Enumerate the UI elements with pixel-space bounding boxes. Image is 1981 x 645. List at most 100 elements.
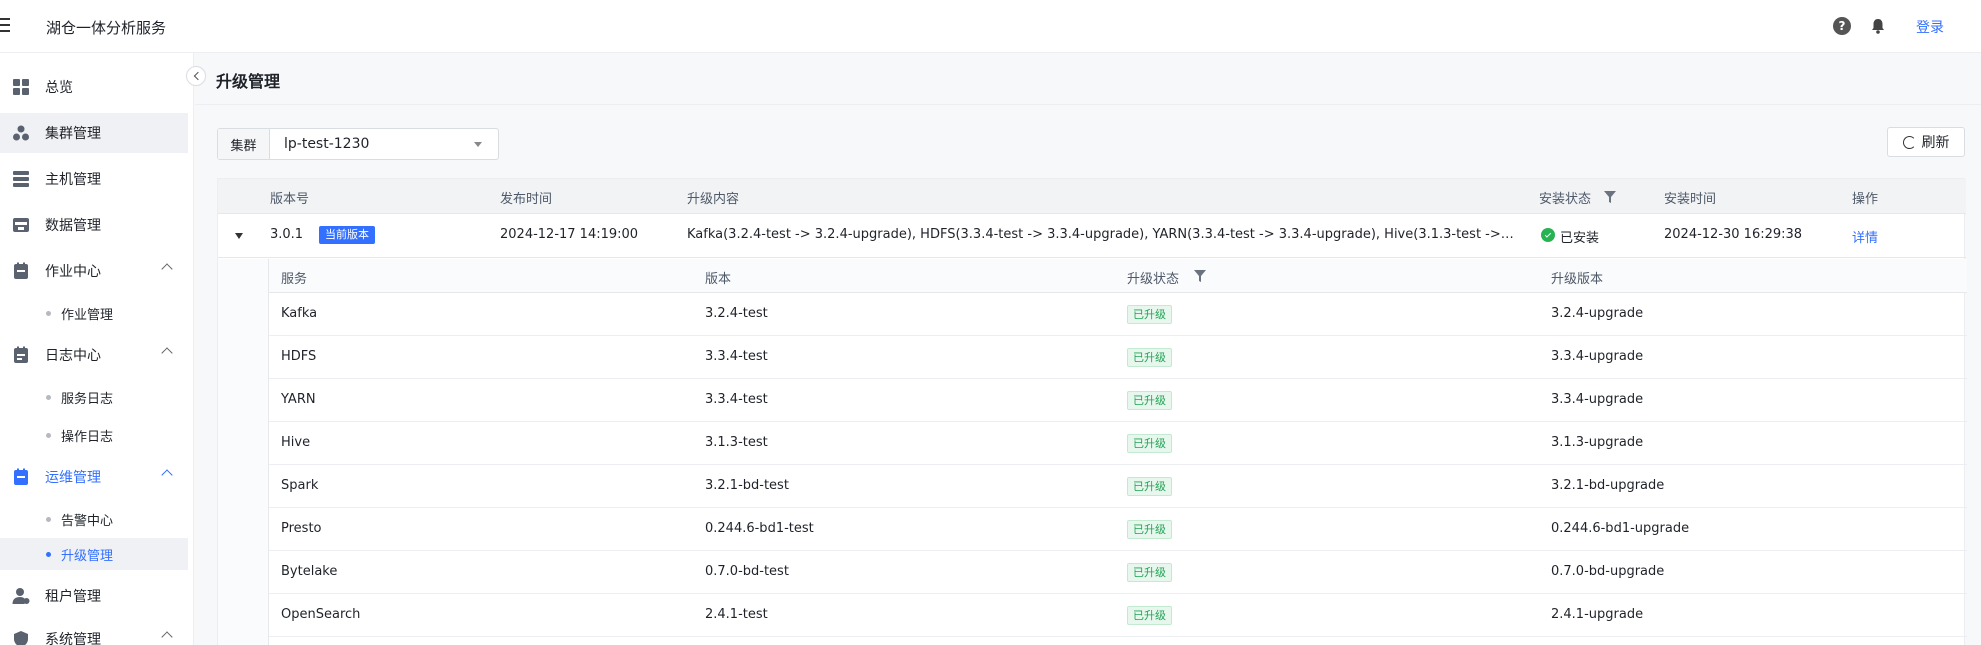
sidebar-subitem-job-manage[interactable]: 作业管理 bbox=[0, 297, 188, 329]
login-link[interactable]: 登录 bbox=[1916, 17, 1944, 37]
status-badge: 已升级 bbox=[1127, 434, 1172, 453]
cluster-label: 集群 bbox=[218, 129, 270, 159]
column-header-service: 服务 bbox=[281, 272, 308, 287]
upgrade-content-cell: Kafka(3.2.4-test -> 3.2.4-upgrade), HDFS… bbox=[687, 227, 1517, 242]
sidebar-item-data[interactable]: 数据管理 bbox=[0, 205, 188, 245]
column-header-release-time: 发布时间 bbox=[500, 192, 553, 207]
expand-caret-icon[interactable] bbox=[235, 233, 243, 239]
table-row: Bytelake 0.7.0-bd-test 已升级 0.7.0-bd-upgr… bbox=[269, 551, 1967, 594]
upgrade-version-cell: 3.3.4-upgrade bbox=[1551, 349, 1644, 364]
cluster-icon bbox=[13, 125, 29, 141]
service-cell: Hive bbox=[281, 435, 311, 450]
sidebar-item-overview[interactable]: 总览 bbox=[0, 67, 188, 107]
filter-icon[interactable] bbox=[1194, 270, 1206, 282]
status-badge: 已升级 bbox=[1127, 305, 1172, 324]
upgrade-table: 版本号 发布时间 升级内容 安装状态 安装时间 操作 3.0.1 当前版本 20… bbox=[217, 178, 1967, 645]
status-badge: 已升级 bbox=[1127, 391, 1172, 410]
cluster-select[interactable]: lp-test-1230 bbox=[270, 129, 498, 159]
sidebar-subitem-label: 服务日志 bbox=[61, 391, 114, 407]
sidebar-item-cluster[interactable]: 集群管理 bbox=[0, 113, 188, 153]
upgrade-version-cell: 3.1.3-upgrade bbox=[1551, 435, 1644, 450]
bullet-icon bbox=[46, 394, 51, 400]
sidebar-item-jobs[interactable]: 作业中心 bbox=[0, 251, 188, 291]
column-header-install-time: 安装时间 bbox=[1664, 192, 1717, 207]
column-header-install-status: 安装状态 bbox=[1539, 192, 1592, 207]
page-title: 升级管理 bbox=[216, 72, 281, 91]
table-row: YARN 3.3.4-test 已升级 3.3.4-upgrade bbox=[269, 379, 1967, 422]
chevron-up-icon bbox=[161, 469, 173, 481]
upgrade-version-cell: 3.3.4-upgrade bbox=[1551, 392, 1644, 407]
version-cell: 0.7.0-bd-test bbox=[705, 564, 789, 579]
sidebar-item-label: 作业中心 bbox=[45, 264, 101, 280]
system-icon bbox=[14, 631, 28, 645]
sidebar-item-tenants[interactable]: 租户管理 bbox=[0, 576, 188, 616]
sidebar: 总览 集群管理 主机管理 数据管理 作业中心 作业管理 日志中心 服务日志 操作… bbox=[0, 53, 194, 645]
version-cell: 3.2.4-test bbox=[705, 306, 768, 321]
status-badge: 已升级 bbox=[1127, 520, 1172, 539]
sidebar-subitem-label: 作业管理 bbox=[61, 307, 114, 323]
filter-icon[interactable] bbox=[1604, 191, 1616, 203]
sidebar-item-label: 总览 bbox=[45, 80, 73, 96]
refresh-button[interactable]: 刷新 bbox=[1887, 127, 1965, 157]
sidebar-item-label: 租户管理 bbox=[45, 589, 101, 605]
database-icon bbox=[13, 218, 29, 232]
version-cell: 2.4.1-test bbox=[705, 607, 768, 622]
sidebar-item-ops[interactable]: 运维管理 bbox=[0, 457, 188, 497]
sidebar-subitem-upgrade[interactable]: 升级管理 bbox=[0, 538, 188, 570]
version-cell: 3.3.4-test bbox=[705, 392, 768, 407]
upgrade-version-cell: 0.7.0-bd-upgrade bbox=[1551, 564, 1665, 579]
upgrade-version-cell: 2.4.1-upgrade bbox=[1551, 607, 1644, 622]
cluster-value: lp-test-1230 bbox=[284, 136, 370, 152]
server-icon bbox=[13, 171, 29, 187]
sidebar-item-system[interactable]: 系统管理 bbox=[0, 619, 188, 645]
menu-icon[interactable] bbox=[0, 18, 10, 32]
check-circle-icon bbox=[1541, 228, 1555, 242]
sidebar-item-label: 集群管理 bbox=[45, 126, 101, 142]
expand-gutter bbox=[218, 259, 268, 645]
refresh-icon bbox=[1902, 135, 1916, 149]
version-cell: 0.244.6-bd1-test bbox=[705, 521, 814, 536]
refresh-label: 刷新 bbox=[1921, 135, 1950, 151]
upgrade-version-cell: 3.2.4-upgrade bbox=[1551, 306, 1644, 321]
status-badge: 已升级 bbox=[1127, 348, 1172, 367]
status-badge: 已升级 bbox=[1127, 477, 1172, 496]
sidebar-item-hosts[interactable]: 主机管理 bbox=[0, 159, 188, 199]
help-icon[interactable]: ? bbox=[1833, 17, 1851, 35]
sidebar-item-label: 运维管理 bbox=[45, 470, 101, 486]
table-row: Spark 3.2.1-bd-test 已升级 3.2.1-bd-upgrade bbox=[269, 465, 1967, 508]
sidebar-subitem-operation-log[interactable]: 操作日志 bbox=[0, 419, 188, 451]
chevron-up-icon bbox=[161, 347, 173, 359]
upgrade-version-cell: 0.244.6-bd1-upgrade bbox=[1551, 521, 1690, 536]
upgrade-version-cell: 3.2.1-bd-upgrade bbox=[1551, 478, 1665, 493]
column-header-content: 升级内容 bbox=[687, 192, 740, 207]
dashboard-icon bbox=[13, 79, 29, 95]
log-icon bbox=[14, 346, 28, 363]
tenant-icon bbox=[12, 588, 30, 604]
sidebar-item-label: 日志中心 bbox=[45, 348, 101, 364]
sidebar-item-label: 系统管理 bbox=[45, 632, 101, 645]
service-cell: YARN bbox=[281, 392, 316, 407]
bullet-icon bbox=[46, 551, 51, 557]
bullet-icon bbox=[46, 310, 51, 316]
sidebar-subitem-service-log[interactable]: 服务日志 bbox=[0, 381, 188, 413]
table-row: Kafka 3.2.4-test 已升级 3.2.4-upgrade bbox=[269, 293, 1967, 336]
app-title: 湖仓一体分析服务 bbox=[46, 19, 167, 37]
subtable-header: 服务 版本 升级状态 升级版本 bbox=[269, 259, 1967, 293]
divider bbox=[195, 104, 1981, 105]
caret-down-icon bbox=[474, 142, 482, 147]
job-icon bbox=[14, 262, 28, 279]
status-badge: 已升级 bbox=[1127, 606, 1172, 625]
top-bar: 湖仓一体分析服务 ? 登录 bbox=[0, 0, 1981, 53]
table-row[interactable]: 3.0.1 当前版本 2024-12-17 14:19:00 Kafka(3.2… bbox=[218, 214, 1966, 258]
sidebar-item-logs[interactable]: 日志中心 bbox=[0, 335, 188, 375]
version-cell: 3.0.1 bbox=[270, 227, 304, 242]
sidebar-subitem-label: 升级管理 bbox=[61, 548, 114, 564]
sidebar-subitem-alert-center[interactable]: 告警中心 bbox=[0, 503, 188, 535]
bell-icon[interactable] bbox=[1869, 17, 1887, 35]
chevron-up-icon bbox=[161, 631, 173, 643]
sidebar-collapse-button[interactable] bbox=[186, 66, 206, 86]
install-status-cell: 已安装 bbox=[1560, 231, 1600, 246]
column-header-action: 操作 bbox=[1852, 192, 1879, 207]
cluster-selector: 集群 lp-test-1230 bbox=[217, 128, 499, 160]
detail-link[interactable]: 详情 bbox=[1852, 227, 1878, 246]
